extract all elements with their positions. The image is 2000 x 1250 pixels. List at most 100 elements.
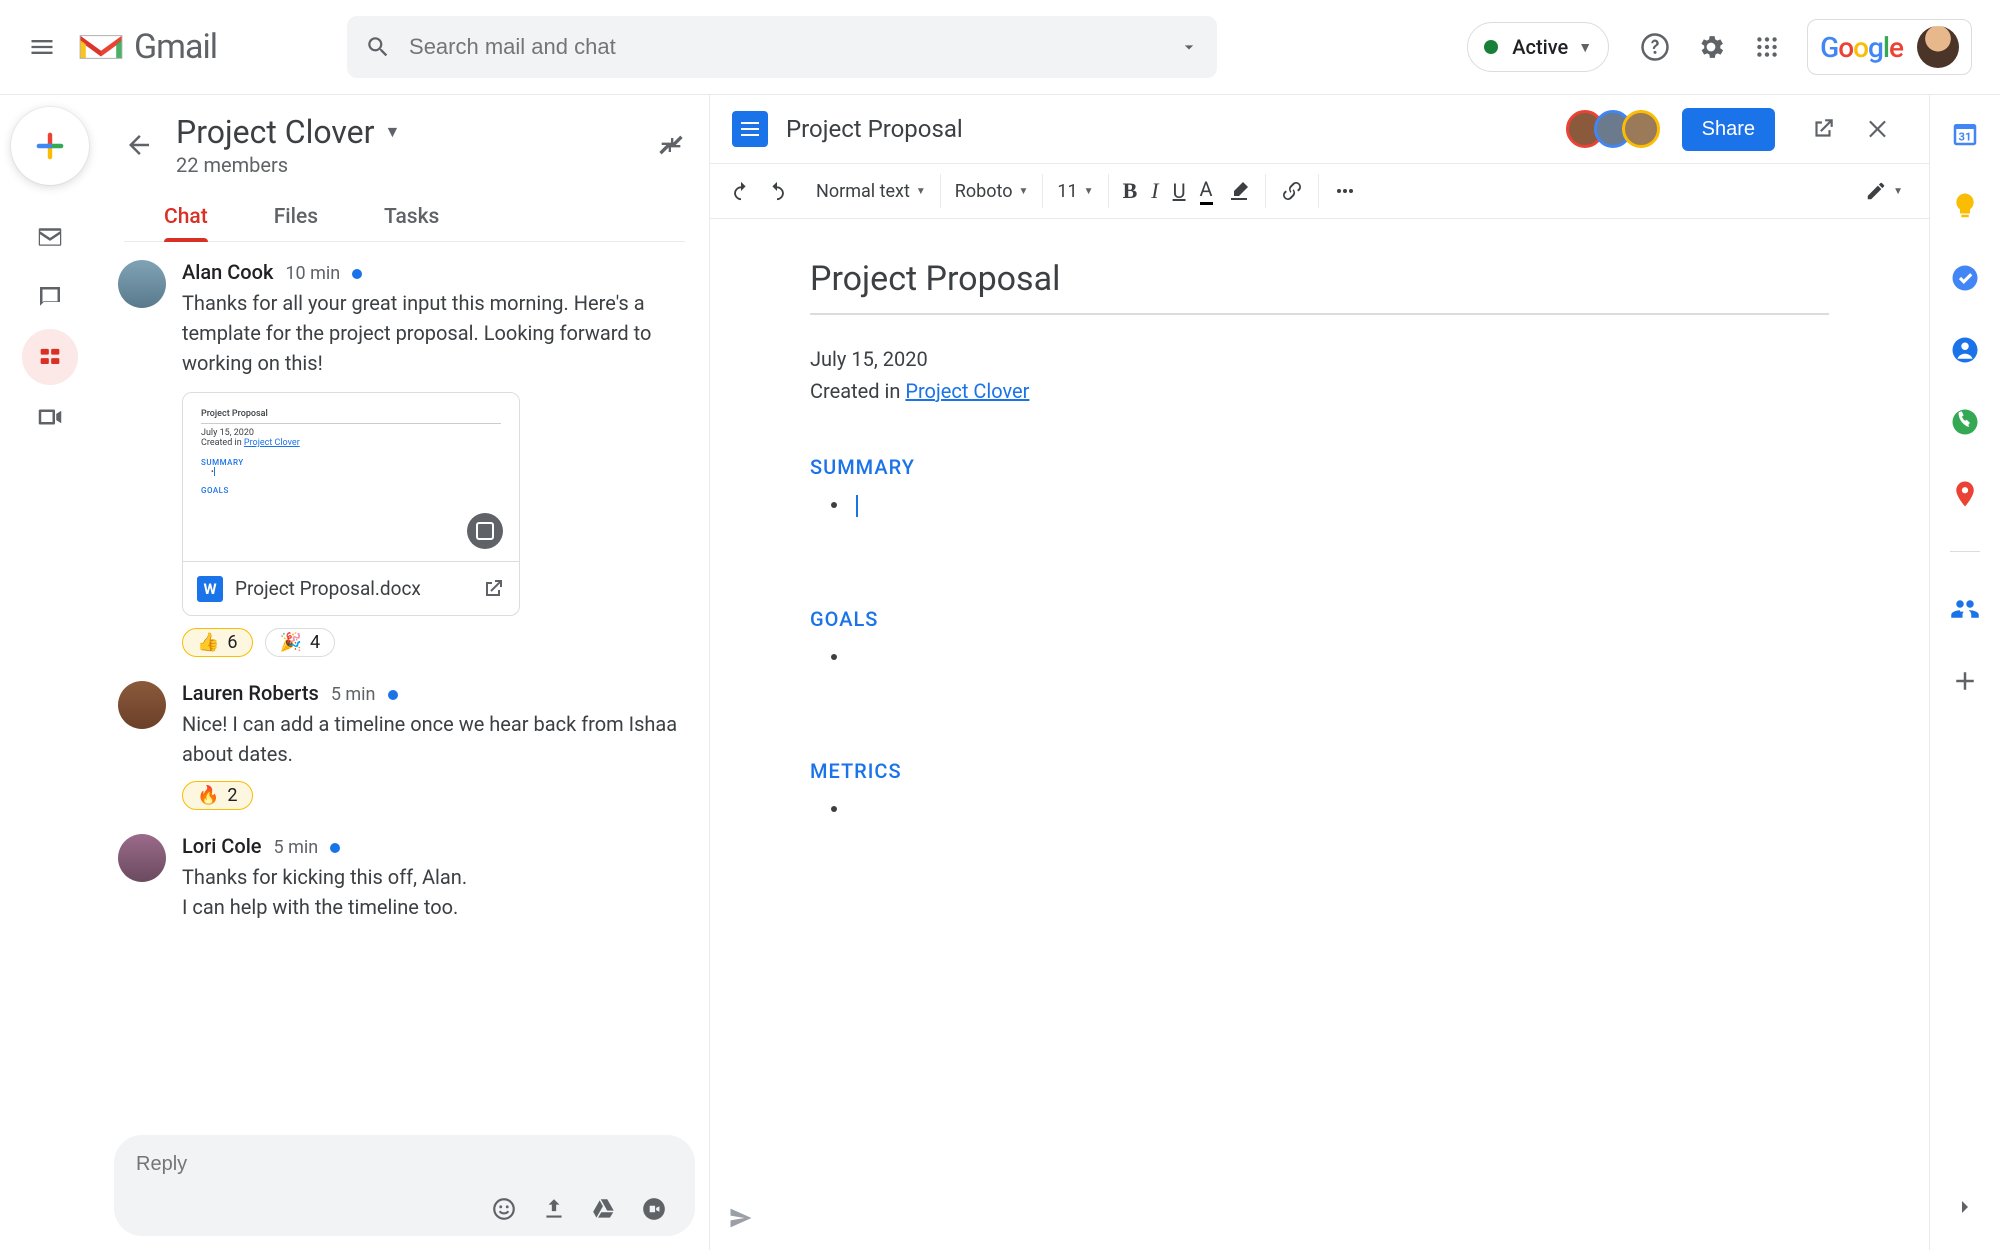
- editing-mode-button[interactable]: ▼: [1865, 180, 1909, 202]
- reaction-chip[interactable]: 👍 6: [182, 628, 253, 657]
- send-button[interactable]: [727, 1204, 755, 1232]
- gmail-logo[interactable]: Gmail: [76, 27, 217, 67]
- side-voice-icon[interactable]: [1950, 407, 1980, 437]
- back-button[interactable]: [124, 130, 154, 160]
- font-selector[interactable]: Roboto▼: [955, 181, 1029, 202]
- unread-indicator-icon: [330, 843, 340, 853]
- chat-message: Lauren Roberts 5 min Nice! I can add a t…: [118, 681, 691, 810]
- svg-text:31: 31: [1959, 130, 1972, 143]
- doc-body[interactable]: Project Proposal July 15, 2020 Created i…: [710, 219, 1929, 1250]
- collapse-button[interactable]: [657, 131, 685, 159]
- share-button[interactable]: Share: [1682, 108, 1775, 151]
- side-keep-icon[interactable]: [1950, 191, 1980, 221]
- text-cursor-icon: [856, 495, 858, 517]
- search-box[interactable]: [347, 16, 1217, 78]
- message-text: Thanks for kicking this off, Alan. I can…: [182, 862, 691, 922]
- doc-section-heading: SUMMARY: [810, 455, 1829, 479]
- side-add-icon[interactable]: [1950, 666, 1980, 696]
- doc-date: July 15, 2020: [810, 343, 1829, 375]
- reaction-chip[interactable]: 🔥 2: [182, 781, 253, 810]
- italic-button[interactable]: I: [1151, 178, 1158, 204]
- collaborator-avatars[interactable]: [1576, 110, 1660, 148]
- apps-button[interactable]: [1743, 23, 1791, 71]
- emoji-icon: 👍: [197, 632, 219, 653]
- undo-button[interactable]: [730, 180, 752, 202]
- open-external-icon[interactable]: [481, 577, 505, 601]
- author-name: Alan Cook: [182, 260, 273, 284]
- room-members: 22 members: [176, 153, 657, 177]
- tab-files[interactable]: Files: [274, 195, 318, 241]
- insert-link-button[interactable]: [1280, 179, 1304, 203]
- status-selector[interactable]: Active ▼: [1467, 22, 1609, 72]
- underline-button[interactable]: U: [1173, 179, 1186, 203]
- doc-section-heading: METRICS: [810, 759, 1829, 783]
- author-avatar[interactable]: [118, 681, 166, 729]
- attachment-preview: Project Proposal July 15, 2020 Created i…: [183, 393, 519, 561]
- word-file-icon: W: [197, 576, 223, 602]
- emoji-icon: 🔥: [197, 785, 219, 806]
- reaction-chip[interactable]: 🎉 4: [265, 628, 336, 657]
- side-contacts-icon[interactable]: [1950, 335, 1980, 365]
- message-text: Nice! I can add a timeline once we hear …: [182, 709, 691, 769]
- chevron-down-icon: ▼: [1893, 186, 1903, 197]
- doc-list[interactable]: [850, 797, 1829, 821]
- collaborator-avatar[interactable]: [1622, 110, 1660, 148]
- emoji-icon: 🎉: [280, 632, 302, 653]
- message-time: 10 min: [285, 263, 340, 284]
- message-time: 5 min: [274, 837, 319, 858]
- room-title[interactable]: Project Clover ▼: [176, 113, 657, 151]
- nav-chat[interactable]: [22, 269, 78, 325]
- chat-message: Lori Cole 5 min Thanks for kicking this …: [118, 834, 691, 922]
- side-calendar-icon[interactable]: 31: [1950, 119, 1980, 149]
- tab-tasks[interactable]: Tasks: [384, 195, 439, 241]
- doc-room-link[interactable]: Project Clover: [905, 379, 1029, 403]
- doc-list[interactable]: [850, 493, 1829, 517]
- font-size-selector[interactable]: 11▼: [1057, 181, 1093, 202]
- nav-rooms[interactable]: [22, 329, 78, 385]
- author-avatar[interactable]: [118, 260, 166, 308]
- compose-button[interactable]: [11, 107, 89, 185]
- search-options-icon[interactable]: [1179, 37, 1199, 57]
- text-color-button[interactable]: A: [1200, 177, 1213, 205]
- reaction-count: 4: [310, 632, 320, 653]
- side-maps-icon[interactable]: [1950, 479, 1980, 509]
- emoji-picker-icon[interactable]: [491, 1196, 517, 1222]
- help-button[interactable]: [1631, 23, 1679, 71]
- redo-button[interactable]: [766, 180, 788, 202]
- author-avatar[interactable]: [118, 834, 166, 882]
- author-name: Lauren Roberts: [182, 681, 319, 705]
- bold-button[interactable]: B: [1123, 178, 1138, 204]
- doc-title[interactable]: Project Proposal: [786, 115, 963, 143]
- search-input[interactable]: [409, 34, 1179, 60]
- paragraph-style-selector[interactable]: Normal text▼: [816, 181, 926, 202]
- main-menu-button[interactable]: [18, 23, 66, 71]
- nav-meet[interactable]: [22, 389, 78, 445]
- reply-box[interactable]: [114, 1135, 695, 1236]
- chat-message: Alan Cook 10 min Thanks for all your gre…: [118, 260, 691, 657]
- open-in-new-icon[interactable]: [1799, 105, 1847, 153]
- side-tasks-icon[interactable]: [1950, 263, 1980, 293]
- highlight-button[interactable]: [1227, 179, 1251, 203]
- attachment-filename: Project Proposal.docx: [235, 577, 481, 600]
- reply-input[interactable]: [136, 1153, 673, 1176]
- meet-icon[interactable]: [641, 1196, 667, 1222]
- user-avatar[interactable]: [1917, 26, 1959, 68]
- nav-mail[interactable]: [22, 209, 78, 265]
- google-account-box[interactable]: Google: [1807, 19, 1972, 75]
- reaction-count: 6: [227, 632, 237, 653]
- drive-icon[interactable]: [591, 1196, 617, 1222]
- chevron-down-icon: ▼: [384, 122, 400, 142]
- side-addons-icon[interactable]: [1950, 594, 1980, 624]
- close-button[interactable]: [1855, 105, 1903, 153]
- docs-icon: [732, 111, 768, 147]
- chevron-down-icon: ▼: [1578, 39, 1592, 56]
- more-tools-button[interactable]: [1333, 179, 1357, 203]
- upload-icon[interactable]: [541, 1196, 567, 1222]
- side-panel-toggle[interactable]: [1942, 1184, 1988, 1230]
- gmail-wordmark: Gmail: [134, 27, 217, 67]
- attachment-card[interactable]: Project Proposal July 15, 2020 Created i…: [182, 392, 520, 616]
- message-text: Thanks for all your great input this mor…: [182, 288, 691, 378]
- settings-button[interactable]: [1687, 23, 1735, 71]
- doc-list[interactable]: [850, 645, 1829, 669]
- tab-chat[interactable]: Chat: [164, 195, 208, 241]
